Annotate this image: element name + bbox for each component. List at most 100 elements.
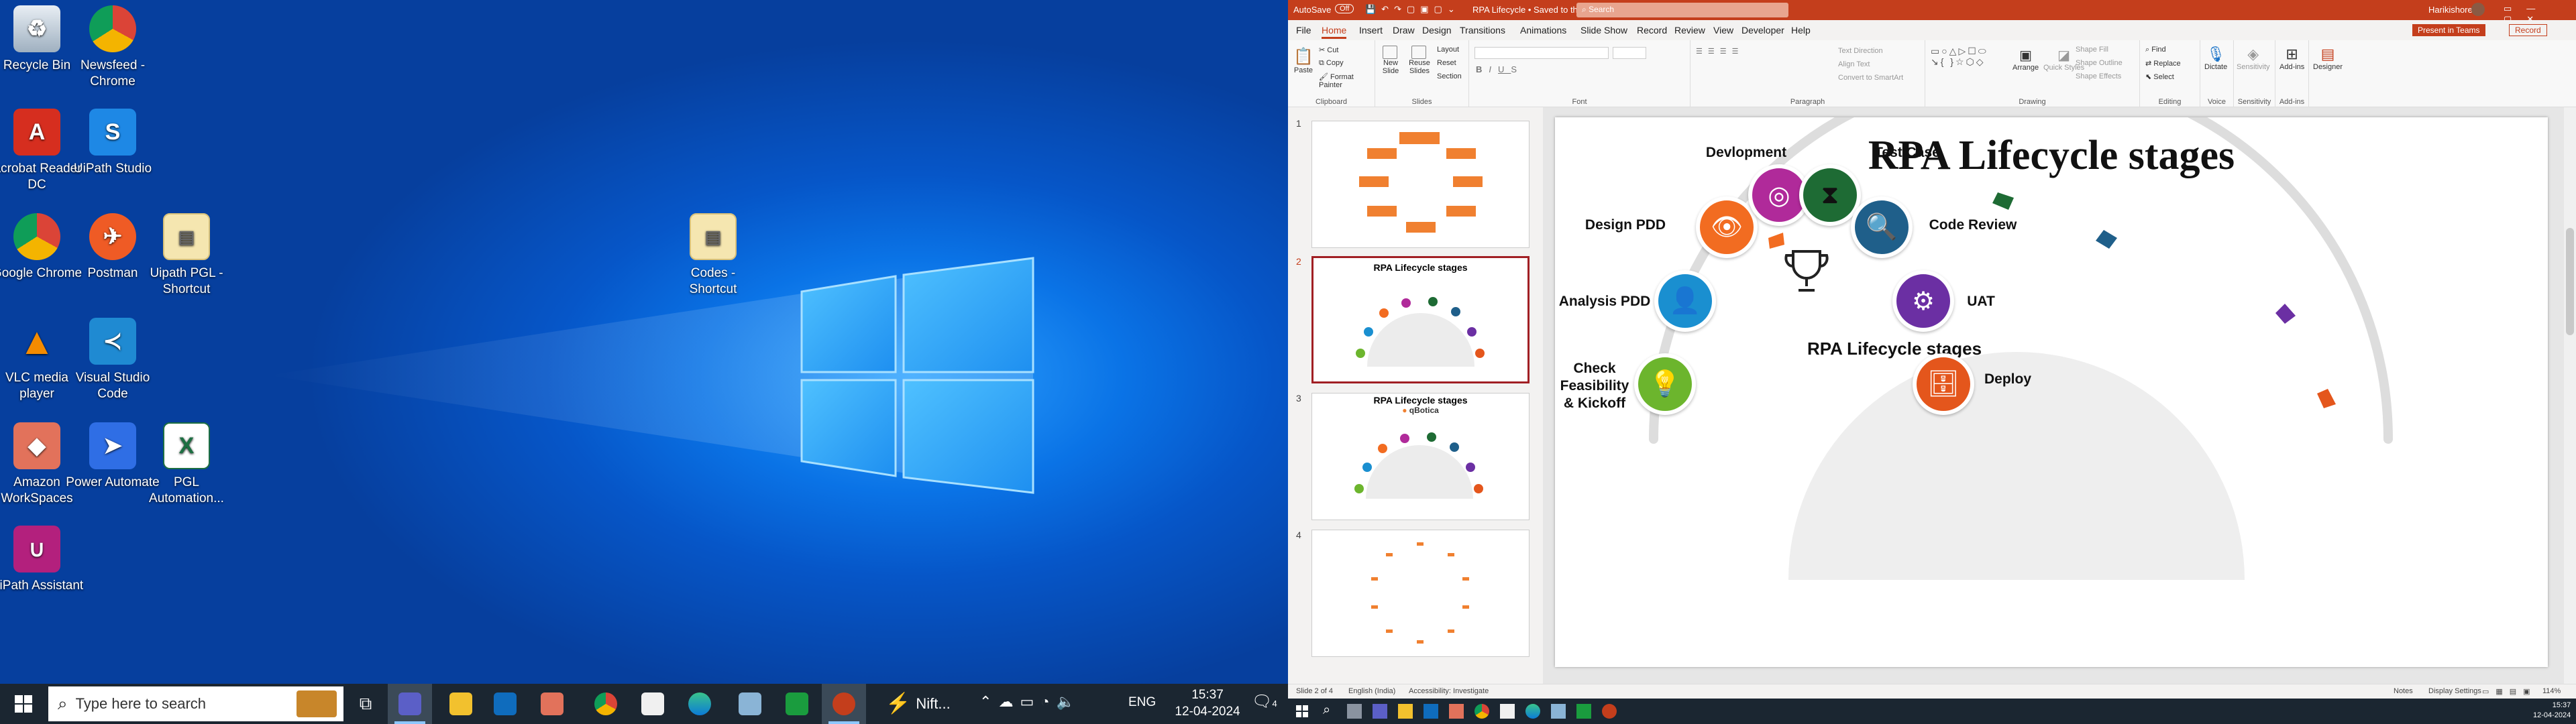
reuse-slides-button[interactable]: Reuse Slides bbox=[1407, 46, 1432, 75]
system-tray[interactable]: ⌃☁▭◔🔈 bbox=[979, 693, 1081, 711]
notes-button[interactable]: Notes bbox=[2394, 687, 2413, 695]
addins-button[interactable]: ⊞ Add-ins bbox=[2279, 46, 2304, 71]
taskbar-app-clipboard[interactable] bbox=[728, 684, 772, 724]
desktop-icon-codes-shortcut[interactable]: ▤ Codes - Shortcut bbox=[666, 213, 760, 298]
stage-circle-code-review[interactable]: 🔍 bbox=[1851, 196, 1913, 258]
new-slide-button[interactable]: New Slide bbox=[1381, 46, 1401, 75]
align-text-button[interactable]: Align Text bbox=[1838, 60, 1870, 68]
slide-thumbnail-1[interactable] bbox=[1311, 121, 1529, 248]
font-format-buttons[interactable]: BIUS bbox=[1476, 64, 1523, 74]
start-button[interactable] bbox=[0, 684, 47, 724]
start-button[interactable] bbox=[1296, 705, 1308, 721]
desktop-icon-uipath-pgl-shortcut[interactable]: ▤ Uipath PGL - Shortcut bbox=[140, 213, 233, 298]
notification-center-button[interactable]: 🗨4 bbox=[1252, 692, 1277, 711]
stage-circle-design[interactable]: 👁 bbox=[1696, 196, 1758, 258]
list-buttons[interactable]: ☰☰☰☰ bbox=[1696, 47, 1743, 56]
clock[interactable]: 15:37 12-04-2024 bbox=[1167, 686, 1248, 720]
paste-button[interactable]: 📋 Paste bbox=[1293, 47, 1313, 74]
reset-button[interactable]: Reset bbox=[1437, 59, 1456, 67]
zoom-level[interactable]: 114% bbox=[2542, 687, 2561, 695]
cut-button[interactable]: ✂ Cut bbox=[1319, 46, 1338, 54]
shape-fill-button[interactable]: Shape Fill bbox=[2076, 46, 2108, 54]
taskbar-app-powerpoint[interactable] bbox=[822, 684, 866, 724]
tab-developer[interactable]: Developer bbox=[1741, 25, 1784, 36]
center-label[interactable]: RPA Lifecycle stages bbox=[1747, 339, 2042, 359]
search-bar[interactable]: ⌕ Search bbox=[1576, 3, 1788, 17]
current-slide[interactable]: RPA Lifecycle stages RPA Lifecycle stage… bbox=[1555, 117, 2548, 667]
shape-outline-button[interactable]: Shape Outline bbox=[2076, 59, 2123, 67]
weather-widget[interactable]: ⚡ Nift... bbox=[885, 692, 951, 715]
shape-effects-button[interactable]: Shape Effects bbox=[2076, 72, 2121, 80]
taskbar-app-edge[interactable] bbox=[678, 684, 722, 724]
desktop-icon-vscode[interactable]: ≺ Visual Studio Code bbox=[66, 318, 160, 402]
desktop-icon-uipath-studio[interactable]: S UiPath Studio bbox=[66, 109, 160, 177]
teams-icon[interactable] bbox=[1373, 704, 1387, 719]
desktop-icon-pgl-automation[interactable]: X PGL Automation... bbox=[140, 422, 233, 507]
record-button[interactable]: Record bbox=[2509, 24, 2547, 36]
taskbar-app-outlook[interactable] bbox=[483, 684, 527, 724]
tab-review[interactable]: Review bbox=[1674, 25, 1705, 36]
workspaces-icon[interactable] bbox=[1449, 704, 1464, 719]
clock[interactable]: 15:37 12-04-2024 bbox=[2533, 701, 2571, 721]
stage-label-analysis[interactable]: Analysis PDD bbox=[1555, 293, 1654, 310]
stage-circle-deploy[interactable]: 🗄 bbox=[1913, 353, 1974, 415]
view-buttons[interactable]: ▭▦▤▣ bbox=[2482, 687, 2537, 696]
font-name-field[interactable] bbox=[1474, 47, 1609, 59]
section-button[interactable]: Section bbox=[1437, 72, 1462, 80]
stage-label-development[interactable]: Devlopment bbox=[1682, 144, 1810, 162]
tab-file[interactable]: File bbox=[1296, 25, 1311, 36]
taskbar-app-workspaces[interactable] bbox=[530, 684, 574, 724]
chrome-icon[interactable] bbox=[1474, 704, 1489, 719]
desktop-icon-uipath-assistant[interactable]: ∪ UiPath Assistant bbox=[0, 526, 84, 594]
layout-button[interactable]: Layout bbox=[1437, 46, 1459, 54]
copy-button[interactable]: ⧉ Copy bbox=[1319, 59, 1344, 68]
taskbar-app-chrome[interactable] bbox=[584, 684, 628, 724]
outlook-icon[interactable] bbox=[1424, 704, 1438, 719]
taskbar-app-explorer[interactable] bbox=[439, 684, 483, 724]
avatar[interactable] bbox=[2471, 3, 2485, 16]
scrollbar-thumb[interactable] bbox=[2566, 228, 2574, 335]
autosave-toggle[interactable]: Off bbox=[1335, 4, 1354, 13]
tab-help[interactable]: Help bbox=[1791, 25, 1811, 36]
format-painter-button[interactable]: 🖌 Format Painter bbox=[1319, 72, 1375, 89]
stage-label-design[interactable]: Design PDD bbox=[1555, 217, 1696, 234]
taskbar-app-teams[interactable] bbox=[388, 684, 432, 724]
replace-button[interactable]: ⇄ Replace bbox=[2145, 59, 2181, 68]
folder-icon[interactable] bbox=[1398, 704, 1413, 719]
file-icon[interactable] bbox=[1500, 704, 1515, 719]
slide-thumbnail-3[interactable]: RPA Lifecycle stages ● qBotica bbox=[1311, 393, 1529, 520]
shapes-gallery[interactable]: ▭○△▷☐⬭ ↘{ }☆⬡◇ bbox=[1931, 46, 1988, 67]
smartart-button[interactable]: Convert to SmartArt bbox=[1838, 74, 1903, 82]
sensitivity-button[interactable]: ◈ Sensitivity bbox=[2237, 46, 2270, 71]
present-in-teams-button[interactable]: Present in Teams bbox=[2412, 24, 2485, 36]
language-status[interactable]: English (India) bbox=[1348, 687, 1395, 695]
tab-animations[interactable]: Animations bbox=[1520, 25, 1566, 36]
quick-access-icons[interactable]: 💾↶↷▢▣▢⌄ bbox=[1365, 4, 1460, 15]
tab-home[interactable]: Home bbox=[1322, 25, 1347, 39]
task-view-icon[interactable] bbox=[1347, 704, 1362, 719]
stage-label-uat[interactable]: UAT bbox=[1954, 293, 2008, 310]
designer-button[interactable]: ▤ Designer bbox=[2313, 46, 2343, 71]
language-indicator[interactable]: ENG bbox=[1128, 695, 1156, 710]
dictate-button[interactable]: 🎙 Dictate bbox=[2204, 46, 2227, 71]
desktop-icon-newsfeed-chrome[interactable]: Newsfeed - Chrome bbox=[66, 5, 160, 90]
stage-label-deploy[interactable]: Deploy bbox=[1974, 371, 2041, 388]
stage-label-test-case[interactable]: Test Case bbox=[1843, 144, 1971, 162]
stage-label-feasibility[interactable]: Check Feasibility & Kickoff bbox=[1555, 360, 1634, 412]
uipath-icon[interactable] bbox=[1576, 704, 1591, 719]
tab-draw[interactable]: Draw bbox=[1393, 25, 1415, 36]
stage-circle-analysis[interactable]: 👤 bbox=[1654, 270, 1716, 332]
search-icon[interactable]: ⌕ bbox=[1323, 703, 1330, 718]
find-button[interactable]: ⌕ Find bbox=[2145, 46, 2166, 54]
font-size-field[interactable] bbox=[1613, 47, 1646, 59]
tab-design[interactable]: Design bbox=[1422, 25, 1452, 36]
slide-thumbnail-2[interactable]: RPA Lifecycle stages bbox=[1311, 256, 1529, 383]
accessibility-status[interactable]: Accessibility: Investigate bbox=[1409, 687, 1489, 695]
tab-slide-show[interactable]: Slide Show bbox=[1580, 25, 1627, 36]
taskbar-app-uipath[interactable] bbox=[775, 684, 819, 724]
stage-circle-feasibility[interactable]: 💡 bbox=[1634, 353, 1696, 415]
powerpoint-icon[interactable] bbox=[1602, 704, 1617, 719]
slide-thumbnail-4[interactable] bbox=[1311, 530, 1529, 657]
tab-insert[interactable]: Insert bbox=[1359, 25, 1383, 36]
vertical-scrollbar[interactable] bbox=[2564, 107, 2576, 684]
